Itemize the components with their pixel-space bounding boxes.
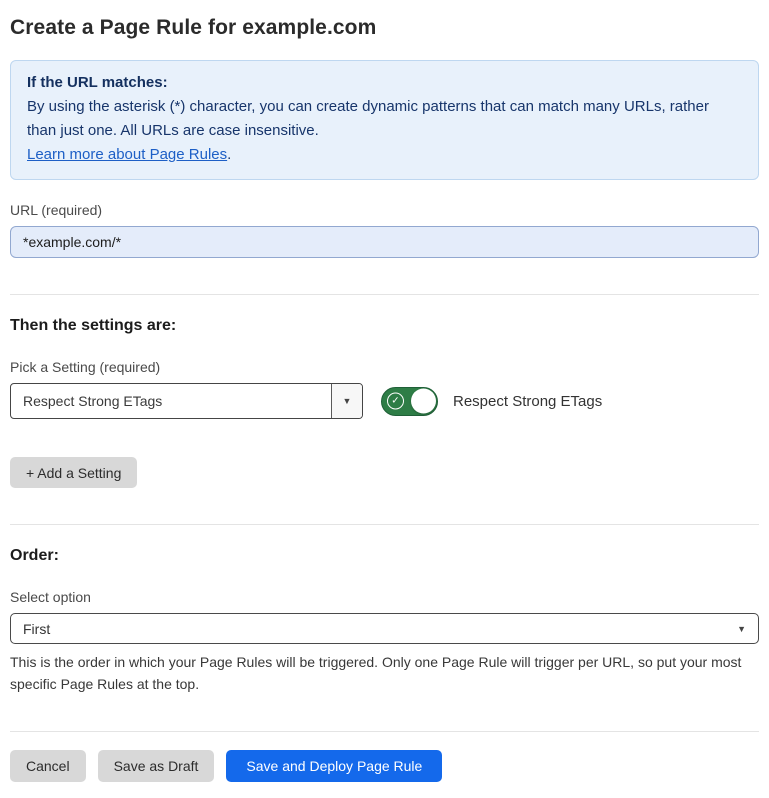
- setting-select-arrow-button[interactable]: ▼: [331, 384, 362, 418]
- order-help-text: This is the order in which your Page Rul…: [10, 651, 759, 695]
- info-box-link-line: Learn more about Page Rules.: [27, 143, 742, 167]
- url-field-label: URL (required): [10, 202, 759, 218]
- divider: [10, 524, 759, 525]
- learn-more-link[interactable]: Learn more about Page Rules: [27, 146, 227, 163]
- setting-select[interactable]: Respect Strong ETags ▼: [10, 383, 363, 419]
- link-suffix: .: [227, 146, 231, 163]
- order-select[interactable]: First ▼: [10, 613, 759, 644]
- add-setting-button[interactable]: + Add a Setting: [10, 457, 137, 488]
- check-icon: ✓: [387, 393, 404, 410]
- url-input[interactable]: [10, 226, 759, 258]
- setting-toggle[interactable]: ✓: [381, 387, 438, 416]
- order-select-label: Select option: [10, 589, 759, 605]
- toggle-label: Respect Strong ETags: [453, 393, 602, 410]
- order-select-value: First: [23, 621, 737, 637]
- chevron-down-icon: ▼: [343, 396, 352, 406]
- toggle-knob: [411, 389, 436, 414]
- cancel-button[interactable]: Cancel: [10, 750, 86, 782]
- setting-row: Respect Strong ETags ▼ ✓ Respect Strong …: [10, 383, 759, 419]
- settings-section-heading: Then the settings are:: [10, 317, 759, 335]
- setting-toggle-group: ✓ Respect Strong ETags: [381, 387, 602, 416]
- page-title: Create a Page Rule for example.com: [10, 16, 759, 40]
- footer-actions: Cancel Save as Draft Save and Deploy Pag…: [10, 750, 759, 782]
- divider: [10, 294, 759, 295]
- info-box-heading: If the URL matches:: [27, 71, 742, 95]
- info-box-body: By using the asterisk (*) character, you…: [27, 95, 742, 143]
- url-match-info-box: If the URL matches: By using the asteris…: [10, 60, 759, 180]
- order-section-heading: Order:: [10, 547, 759, 565]
- save-draft-button[interactable]: Save as Draft: [98, 750, 215, 782]
- chevron-down-icon: ▼: [737, 624, 746, 634]
- setting-picker-label: Pick a Setting (required): [10, 359, 759, 375]
- setting-select-value: Respect Strong ETags: [11, 384, 331, 418]
- page-rule-form: Create a Page Rule for example.com If th…: [0, 0, 769, 798]
- save-deploy-button[interactable]: Save and Deploy Page Rule: [226, 750, 442, 782]
- divider: [10, 731, 759, 732]
